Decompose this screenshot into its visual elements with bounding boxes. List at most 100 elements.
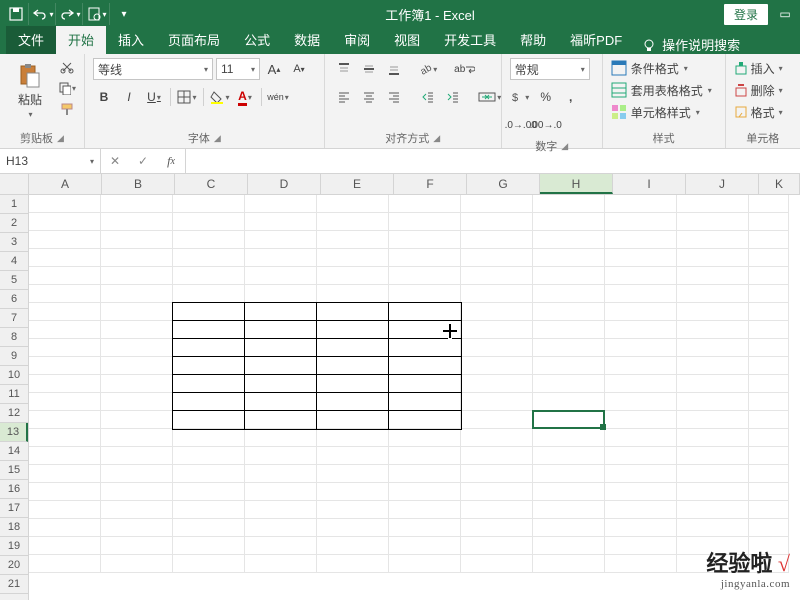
percent-button[interactable]: %	[535, 86, 557, 108]
align-right-button[interactable]	[383, 86, 405, 108]
orientation-button[interactable]: ab▾	[417, 58, 439, 80]
cancel-formula-icon[interactable]: ✕	[101, 154, 129, 168]
ribbon-display-icon[interactable]: ▭	[774, 7, 796, 21]
row-header[interactable]: 4	[0, 252, 28, 271]
enter-formula-icon[interactable]: ✓	[129, 154, 157, 168]
font-name-combo[interactable]: 等线▾	[93, 58, 213, 80]
paste-button[interactable]: 粘贴 ▾	[8, 58, 52, 124]
grow-font-button[interactable]: A▴	[263, 58, 285, 80]
name-box[interactable]: H13▾	[0, 149, 101, 173]
fill-handle[interactable]	[600, 424, 606, 430]
row-header[interactable]: 11	[0, 385, 28, 404]
qat-customize-icon[interactable]: ▾	[112, 3, 136, 25]
column-header[interactable]: G	[467, 174, 540, 194]
cut-icon[interactable]	[58, 58, 76, 76]
row-header[interactable]: 20	[0, 556, 28, 575]
increase-indent-button[interactable]	[442, 86, 464, 108]
column-header[interactable]: J	[686, 174, 759, 194]
worksheet-grid[interactable]	[29, 195, 800, 600]
row-header[interactable]: 7	[0, 309, 28, 328]
merge-center-button[interactable]: ▾	[476, 86, 504, 108]
conditional-formatting-button[interactable]: 条件格式▾	[611, 58, 688, 78]
borders-button[interactable]: ▾	[176, 86, 198, 108]
column-headers[interactable]: ABCDEFGHIJK	[29, 174, 800, 195]
increase-decimal-button[interactable]: .0→.00	[510, 114, 532, 136]
tab-foxit-pdf[interactable]: 福昕PDF	[558, 26, 634, 54]
row-headers[interactable]: 123456789101112131415161718192021	[0, 195, 29, 600]
row-header[interactable]: 21	[0, 575, 28, 594]
login-button[interactable]: 登录	[724, 4, 768, 25]
fill-color-button[interactable]: ▾	[209, 86, 231, 108]
row-header[interactable]: 10	[0, 366, 28, 385]
row-header[interactable]: 18	[0, 518, 28, 537]
number-format-combo[interactable]: 常规▾	[510, 58, 590, 80]
copy-icon[interactable]: ▾	[58, 79, 76, 97]
dialog-launcher-icon[interactable]: ◢	[214, 133, 221, 144]
align-middle-button[interactable]	[358, 58, 380, 80]
format-as-table-button[interactable]: 套用表格格式▾	[611, 80, 712, 100]
cell-styles-button[interactable]: 单元格样式▾	[611, 102, 700, 122]
font-size-combo[interactable]: 11▾	[216, 58, 260, 80]
row-header[interactable]: 17	[0, 499, 28, 518]
align-left-button[interactable]	[333, 86, 355, 108]
column-header[interactable]: C	[175, 174, 248, 194]
tab-formulas[interactable]: 公式	[232, 26, 282, 54]
font-color-button[interactable]: A▾	[234, 86, 256, 108]
row-header[interactable]: 16	[0, 480, 28, 499]
wrap-text-button[interactable]: ab	[451, 58, 479, 80]
insert-function-button[interactable]: fx	[157, 154, 185, 169]
phonetic-button[interactable]: wén▾	[267, 86, 289, 108]
bold-button[interactable]: B	[93, 86, 115, 108]
tab-file[interactable]: 文件	[6, 26, 56, 54]
row-header[interactable]: 5	[0, 271, 28, 290]
column-header[interactable]: I	[613, 174, 686, 194]
redo-icon[interactable]: ▾	[58, 3, 83, 25]
row-header[interactable]: 14	[0, 442, 28, 461]
row-header[interactable]: 2	[0, 214, 28, 233]
row-header[interactable]: 3	[0, 233, 28, 252]
tab-home[interactable]: 开始	[56, 26, 106, 54]
align-bottom-button[interactable]	[383, 58, 405, 80]
row-header[interactable]: 6	[0, 290, 28, 309]
tell-me[interactable]: 操作说明搜索	[642, 35, 740, 54]
dialog-launcher-icon[interactable]: ◢	[57, 133, 64, 144]
tab-help[interactable]: 帮助	[508, 26, 558, 54]
row-header[interactable]: 8	[0, 328, 28, 347]
tab-insert[interactable]: 插入	[106, 26, 156, 54]
row-header[interactable]: 15	[0, 461, 28, 480]
delete-cells-button[interactable]: 删除▾	[734, 80, 783, 100]
row-header[interactable]: 1	[0, 195, 28, 214]
decrease-decimal-button[interactable]: .00→.0	[535, 114, 557, 136]
shrink-font-button[interactable]: A▾	[288, 58, 310, 80]
column-header[interactable]: A	[29, 174, 102, 194]
column-header[interactable]: K	[759, 174, 800, 194]
insert-cells-button[interactable]: 插入▾	[734, 58, 783, 78]
row-header[interactable]: 13	[0, 423, 28, 442]
row-header[interactable]: 9	[0, 347, 28, 366]
column-header[interactable]: F	[394, 174, 467, 194]
select-all-corner[interactable]	[0, 174, 29, 195]
tab-view[interactable]: 视图	[382, 26, 432, 54]
row-header[interactable]: 19	[0, 537, 28, 556]
active-cell[interactable]	[532, 410, 605, 429]
formula-bar[interactable]	[186, 149, 800, 173]
italic-button[interactable]: I	[118, 86, 140, 108]
format-cells-button[interactable]: 格式▾	[734, 102, 783, 122]
tab-page-layout[interactable]: 页面布局	[156, 26, 232, 54]
format-painter-icon[interactable]	[58, 100, 76, 118]
underline-button[interactable]: U▾	[143, 86, 165, 108]
save-icon[interactable]	[4, 3, 29, 25]
align-top-button[interactable]	[333, 58, 355, 80]
tab-review[interactable]: 审阅	[332, 26, 382, 54]
column-header[interactable]: D	[248, 174, 321, 194]
decrease-indent-button[interactable]	[417, 86, 439, 108]
column-header[interactable]: B	[102, 174, 175, 194]
align-center-button[interactable]	[358, 86, 380, 108]
print-preview-icon[interactable]: ▾	[85, 3, 110, 25]
dialog-launcher-icon[interactable]: ◢	[433, 133, 440, 144]
tab-data[interactable]: 数据	[282, 26, 332, 54]
row-header[interactable]: 12	[0, 404, 28, 423]
column-header[interactable]: H	[540, 174, 613, 194]
accounting-format-button[interactable]: $▾	[510, 86, 532, 108]
comma-button[interactable]: ,	[560, 86, 582, 108]
